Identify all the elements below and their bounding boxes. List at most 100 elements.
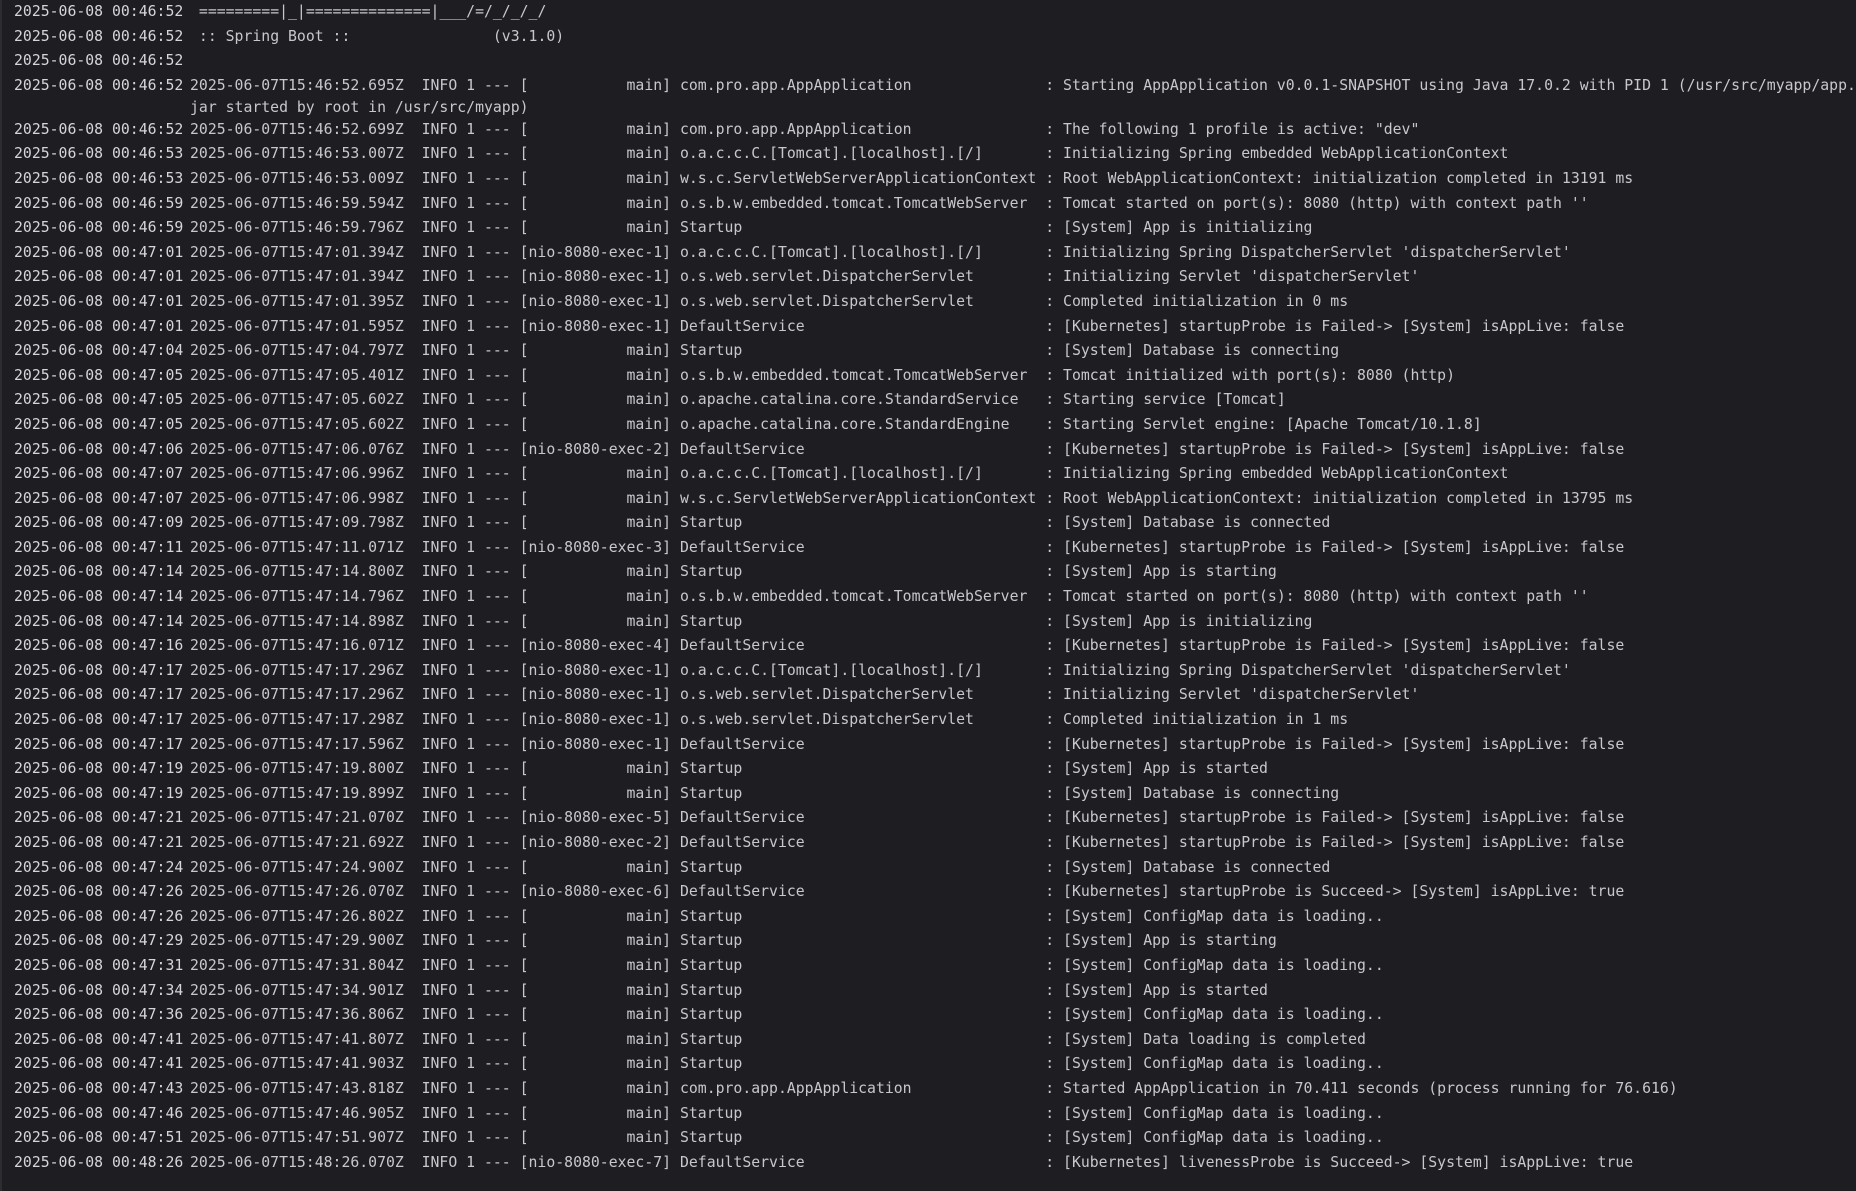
log-line: 2025-06-08 00:47:05 2025-06-07T15:47:05.6…	[14, 389, 1856, 414]
log-line: 2025-06-08 00:47:04 2025-06-07T15:47:04.7…	[14, 340, 1856, 365]
log-timestamp: 2025-06-08 00:47:36	[14, 1006, 184, 1024]
log-message: 2025-06-07T15:47:17.296Z INFO 1 --- [nio…	[190, 686, 1420, 704]
log-message: 2025-06-07T15:46:53.007Z INFO 1 --- [ ma…	[190, 145, 1509, 163]
log-message: 2025-06-07T15:46:52.699Z INFO 1 --- [ ma…	[190, 120, 1420, 138]
log-line: 2025-06-08 00:46:52 :: Spring Boot :: (v…	[14, 26, 1856, 51]
log-line: 2025-06-08 00:46:52 2025-06-07T15:46:52.6…	[14, 119, 1856, 144]
log-message: 2025-06-07T15:47:36.806Z INFO 1 --- [ ma…	[190, 1006, 1384, 1024]
log-line: 2025-06-08 00:47:19 2025-06-07T15:47:19.8…	[14, 758, 1856, 783]
log-timestamp: 2025-06-08 00:46:52	[14, 3, 184, 20]
log-line: 2025-06-08 00:47:14 2025-06-07T15:47:14.8…	[14, 561, 1856, 586]
log-timestamp: 2025-06-08 00:46:52	[14, 27, 184, 45]
log-line: 2025-06-08 00:47:17 2025-06-07T15:47:17.2…	[14, 684, 1856, 709]
log-timestamp: 2025-06-08 00:47:11	[14, 538, 184, 556]
log-line: 2025-06-08 00:47:06 2025-06-07T15:47:06.0…	[14, 439, 1856, 464]
log-message: 2025-06-07T15:47:41.807Z INFO 1 --- [ ma…	[190, 1030, 1366, 1048]
log-message: 2025-06-07T15:47:09.798Z INFO 1 --- [ ma…	[190, 514, 1331, 532]
log-line: 2025-06-08 00:47:34 2025-06-07T15:47:34.9…	[14, 980, 1856, 1005]
log-timestamp: 2025-06-08 00:47:17	[14, 686, 184, 704]
log-timestamp: 2025-06-08 00:46:52	[14, 52, 184, 70]
log-line: 2025-06-08 00:46:53 2025-06-07T15:46:53.0…	[14, 143, 1856, 168]
log-line: 2025-06-08 00:47:17 2025-06-07T15:47:17.2…	[14, 660, 1856, 685]
log-line: 2025-06-08 00:47:05 2025-06-07T15:47:05.6…	[14, 414, 1856, 439]
log-timestamp: 2025-06-08 00:47:09	[14, 514, 184, 532]
log-line: 2025-06-08 00:47:17 2025-06-07T15:47:17.5…	[14, 734, 1856, 759]
log-line: 2025-06-08 00:47:17 2025-06-07T15:47:17.2…	[14, 709, 1856, 734]
log-message: 2025-06-07T15:46:59.796Z INFO 1 --- [ ma…	[190, 219, 1313, 237]
log-message: 2025-06-07T15:47:19.899Z INFO 1 --- [ ma…	[190, 784, 1340, 802]
log-message: 2025-06-07T15:47:26.070Z INFO 1 --- [nio…	[190, 883, 1625, 901]
log-message: 2025-06-07T15:47:17.596Z INFO 1 --- [nio…	[190, 735, 1625, 753]
log-timestamp: 2025-06-08 00:47:17	[14, 711, 184, 729]
log-message: 2025-06-07T15:47:05.401Z INFO 1 --- [ ma…	[190, 366, 1456, 384]
log-message: 2025-06-07T15:48:26.070Z INFO 1 --- [nio…	[190, 1153, 1634, 1171]
log-line: 2025-06-08 00:47:14 2025-06-07T15:47:14.7…	[14, 586, 1856, 611]
log-message: 2025-06-07T15:47:19.800Z INFO 1 --- [ ma…	[190, 760, 1268, 778]
log-line: 2025-06-08 00:47:16 2025-06-07T15:47:16.0…	[14, 635, 1856, 660]
log-line: 2025-06-08 00:47:07 2025-06-07T15:47:06.9…	[14, 488, 1856, 513]
log-message: 2025-06-07T15:47:11.071Z INFO 1 --- [nio…	[190, 538, 1625, 556]
log-line: 2025-06-08 00:47:05 2025-06-07T15:47:05.4…	[14, 365, 1856, 390]
log-message: 2025-06-07T15:47:05.602Z INFO 1 --- [ ma…	[190, 391, 1286, 409]
log-timestamp: 2025-06-08 00:47:05	[14, 415, 184, 433]
log-message: 2025-06-07T15:47:06.998Z INFO 1 --- [ ma…	[190, 489, 1634, 507]
log-message: 2025-06-07T15:46:53.009Z INFO 1 --- [ ma…	[190, 169, 1634, 187]
log-line: 2025-06-08 00:46:52 =========|_|========…	[14, 1, 1856, 26]
log-timestamp: 2025-06-08 00:47:04	[14, 342, 184, 360]
log-message: 2025-06-07T15:47:24.900Z INFO 1 --- [ ma…	[190, 858, 1331, 876]
log-timestamp: 2025-06-08 00:47:46	[14, 1104, 184, 1122]
log-line: 2025-06-08 00:46:59 2025-06-07T15:46:59.7…	[14, 217, 1856, 242]
log-timestamp: 2025-06-08 00:47:21	[14, 834, 184, 851]
log-viewer[interactable]: 2025-06-08 00:46:52 =========|_|========…	[0, 0, 1856, 1191]
log-line: 2025-06-08 00:47:51 2025-06-07T15:47:51.9…	[14, 1127, 1856, 1152]
log-line: 2025-06-08 00:46:52 2025-06-07T15:46:52.6…	[14, 75, 1856, 119]
log-timestamp: 2025-06-08 00:47:26	[14, 907, 184, 925]
log-line: 2025-06-08 00:47:31 2025-06-07T15:47:31.8…	[14, 955, 1856, 980]
log-message: 2025-06-07T15:47:34.901Z INFO 1 --- [ ma…	[190, 981, 1268, 999]
log-message: 2025-06-07T15:47:26.802Z INFO 1 --- [ ma…	[190, 907, 1384, 925]
log-message: 2025-06-07T15:47:46.905Z INFO 1 --- [ ma…	[190, 1104, 1384, 1122]
log-timestamp: 2025-06-08 00:46:53	[14, 145, 184, 163]
log-line: 2025-06-08 00:48:26 2025-06-07T15:48:26.0…	[14, 1152, 1856, 1177]
log-message: 2025-06-07T15:47:06.996Z INFO 1 --- [ ma…	[190, 465, 1509, 483]
log-timestamp: 2025-06-08 00:47:21	[14, 809, 184, 827]
log-timestamp: 2025-06-08 00:47:34	[14, 981, 184, 999]
log-message: 2025-06-07T15:47:29.900Z INFO 1 --- [ ma…	[190, 932, 1277, 950]
log-message: 2025-06-07T15:47:01.394Z INFO 1 --- [nio…	[190, 243, 1571, 261]
log-line: 2025-06-08 00:47:21 2025-06-07T15:47:21.6…	[14, 832, 1856, 857]
log-timestamp: 2025-06-08 00:47:05	[14, 366, 184, 384]
log-timestamp: 2025-06-08 00:46:59	[14, 194, 184, 212]
log-timestamp: 2025-06-08 00:47:51	[14, 1129, 184, 1147]
log-line: 2025-06-08 00:47:29 2025-06-07T15:47:29.9…	[14, 930, 1856, 955]
log-timestamp: 2025-06-08 00:47:07	[14, 489, 184, 507]
log-timestamp: 2025-06-08 00:47:01	[14, 268, 184, 286]
log-line: 2025-06-08 00:47:09 2025-06-07T15:47:09.7…	[14, 512, 1856, 537]
log-timestamp: 2025-06-08 00:47:41	[14, 1055, 184, 1073]
log-lines: 2025-06-08 00:46:52 =========|_|========…	[14, 3, 1856, 1177]
log-timestamp: 2025-06-08 00:47:31	[14, 956, 184, 974]
log-message: 2025-06-07T15:46:59.594Z INFO 1 --- [ ma…	[190, 194, 1589, 212]
log-timestamp: 2025-06-08 00:47:05	[14, 391, 184, 409]
log-timestamp: 2025-06-08 00:46:53	[14, 169, 184, 187]
log-message: 2025-06-07T15:47:14.800Z INFO 1 --- [ ma…	[190, 563, 1277, 581]
log-message: 2025-06-07T15:47:04.797Z INFO 1 --- [ ma…	[190, 342, 1340, 360]
log-timestamp: 2025-06-08 00:47:17	[14, 661, 184, 679]
log-message: 2025-06-07T15:46:52.695Z INFO 1 --- [ ma…	[190, 76, 1856, 116]
log-timestamp: 2025-06-08 00:47:01	[14, 292, 184, 310]
log-line: 2025-06-08 00:47:14 2025-06-07T15:47:14.8…	[14, 611, 1856, 636]
log-timestamp: 2025-06-08 00:47:01	[14, 317, 184, 335]
log-line: 2025-06-08 00:46:53 2025-06-07T15:46:53.0…	[14, 168, 1856, 193]
log-line: 2025-06-08 00:47:41 2025-06-07T15:47:41.8…	[14, 1029, 1856, 1054]
log-line: 2025-06-08 00:46:52	[14, 50, 1856, 75]
log-message: 2025-06-07T15:47:17.298Z INFO 1 --- [nio…	[190, 711, 1349, 729]
log-timestamp: 2025-06-08 00:46:59	[14, 219, 184, 237]
log-timestamp: 2025-06-08 00:46:52	[14, 76, 184, 94]
log-timestamp: 2025-06-08 00:47:24	[14, 858, 184, 876]
log-message: 2025-06-07T15:47:51.907Z INFO 1 --- [ ma…	[190, 1129, 1384, 1147]
log-line: 2025-06-08 00:47:36 2025-06-07T15:47:36.8…	[14, 1004, 1856, 1029]
log-message: 2025-06-07T15:47:21.692Z INFO 1 --- [nio…	[190, 834, 1625, 851]
log-line: 2025-06-08 00:47:21 2025-06-07T15:47:21.0…	[14, 807, 1856, 832]
log-message: =========|_|==============|___/=/_/_/_/	[190, 3, 547, 20]
log-line: 2025-06-08 00:47:26 2025-06-07T15:47:26.8…	[14, 906, 1856, 931]
log-timestamp: 2025-06-08 00:47:17	[14, 735, 184, 753]
